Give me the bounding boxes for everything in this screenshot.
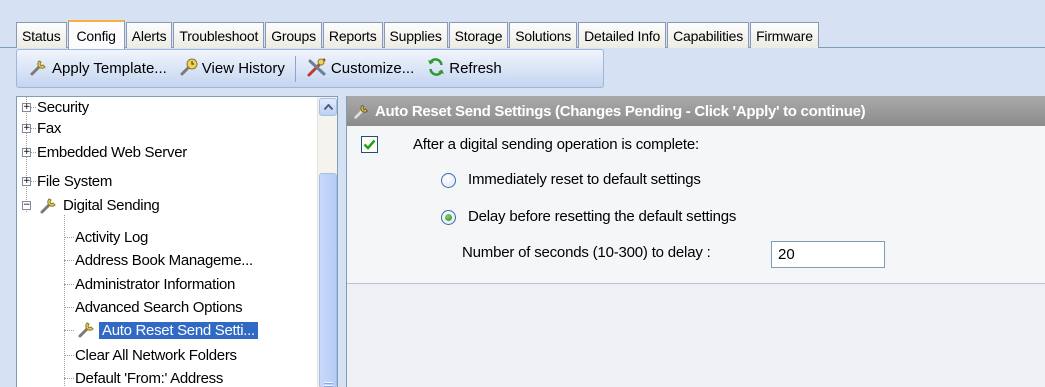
tree-scrollbar[interactable]	[317, 97, 337, 387]
tree-item-embedded-web-server[interactable]: Embedded Web Server	[37, 142, 187, 163]
tree-line	[64, 378, 74, 379]
apply-template-button[interactable]: Apply Template...	[23, 54, 173, 84]
tree-line	[64, 260, 74, 261]
wrench-icon	[29, 57, 49, 81]
scroll-grip	[324, 382, 333, 387]
panel-header: Auto Reset Send Settings (Changes Pendin…	[347, 96, 1045, 126]
tab-config[interactable]: Config	[67, 20, 125, 49]
scroll-thumb[interactable]	[319, 173, 337, 387]
radio-delay-label[interactable]: Delay before resetting the default setti…	[468, 208, 736, 225]
tree-line	[64, 330, 74, 331]
tree-item-selected-label: Auto Reset Send Setti...	[99, 322, 258, 339]
expand-toggle-security[interactable]: +	[22, 103, 31, 112]
refresh-button[interactable]: Refresh	[420, 54, 508, 84]
tree-item-security[interactable]: Security	[37, 97, 89, 118]
after-sending-checkbox[interactable]	[361, 136, 378, 153]
tab-status[interactable]: Status	[16, 22, 67, 48]
tree-line	[64, 215, 65, 387]
tab-troubleshoot[interactable]: Troubleshoot	[173, 22, 265, 48]
refresh-label: Refresh	[449, 60, 502, 77]
tree-line	[64, 237, 74, 238]
tab-alerts[interactable]: Alerts	[125, 22, 173, 48]
radio-delay-reset[interactable]	[441, 210, 456, 225]
tree-item-default-from-address[interactable]: Default 'From:' Address	[75, 368, 223, 387]
expand-toggle-fax[interactable]: +	[22, 124, 31, 133]
tree-item-administrator-information[interactable]: Administrator Information	[75, 274, 235, 295]
auto-reset-header-icon	[353, 102, 371, 120]
tree-item-address-book-management[interactable]: Address Book Manageme...	[75, 250, 253, 271]
checkbox-label: After a digital sending operation is com…	[413, 136, 699, 153]
tab-firmware[interactable]: Firmware	[750, 22, 819, 48]
toolbar: Apply Template... View History Customize…	[16, 49, 604, 88]
tree-item-activity-log[interactable]: Activity Log	[75, 227, 148, 248]
customize-label: Customize...	[330, 60, 415, 77]
tab-groups[interactable]: Groups	[265, 22, 322, 48]
tree-item-fax[interactable]: Fax	[37, 118, 61, 139]
scroll-up-button[interactable]	[319, 98, 337, 116]
delay-seconds-label: Number of seconds (10-300) to delay :	[462, 244, 711, 261]
panel-title: Auto Reset Send Settings (Changes Pendin…	[375, 102, 866, 120]
tree-item-clear-all-network-folders[interactable]: Clear All Network Folders	[75, 345, 237, 366]
expand-toggle-embedded-web-server[interactable]: +	[22, 148, 31, 157]
chevron-up-icon	[323, 104, 333, 110]
radio-immediate-label[interactable]: Immediately reset to default settings	[468, 171, 701, 188]
refresh-icon	[426, 57, 446, 81]
tree-item-advanced-search-options[interactable]: Advanced Search Options	[75, 297, 243, 318]
apply-template-label: Apply Template...	[52, 60, 167, 77]
digital-sending-icon	[39, 195, 59, 218]
tab-bar: Status Config Alerts Troubleshoot Groups…	[0, 0, 1045, 49]
tab-solutions[interactable]: Solutions	[509, 22, 578, 48]
view-history-button[interactable]: View History	[173, 54, 291, 84]
history-icon	[179, 57, 199, 81]
auto-reset-icon	[77, 319, 97, 342]
radio-immediate-reset[interactable]	[441, 173, 456, 188]
customize-button[interactable]: Customize...	[300, 54, 420, 84]
checkmark-icon	[363, 139, 376, 150]
tree-line	[64, 355, 74, 356]
view-history-label: View History	[201, 60, 285, 77]
tab-strip: Status Config Alerts Troubleshoot Groups…	[16, 19, 820, 49]
collapse-toggle-digital-sending[interactable]: −	[22, 201, 31, 210]
tab-reports[interactable]: Reports	[322, 22, 383, 48]
tree-item-digital-sending[interactable]: Digital Sending	[63, 195, 160, 216]
customize-icon	[306, 56, 328, 82]
config-tree: + Security + Fax + Embedded Web Server +…	[16, 96, 338, 387]
tree-line	[64, 307, 74, 308]
tab-capabilities[interactable]: Capabilities	[667, 22, 750, 48]
panel-body: After a digital sending operation is com…	[347, 126, 1045, 284]
settings-panel: Auto Reset Send Settings (Changes Pendin…	[346, 96, 1045, 387]
tab-detailed-info[interactable]: Detailed Info	[578, 22, 667, 48]
expand-toggle-file-system[interactable]: +	[22, 177, 31, 186]
delay-seconds-input[interactable]	[771, 241, 885, 268]
toolbar-separator	[294, 55, 296, 82]
tree-item-auto-reset-send-settings[interactable]: Auto Reset Send Setti...	[99, 320, 258, 341]
tab-storage[interactable]: Storage	[448, 22, 509, 48]
tab-supplies[interactable]: Supplies	[383, 22, 448, 48]
radio-selected-dot	[445, 214, 452, 221]
tree-line	[64, 284, 74, 285]
tree-item-file-system[interactable]: File System	[37, 171, 112, 192]
